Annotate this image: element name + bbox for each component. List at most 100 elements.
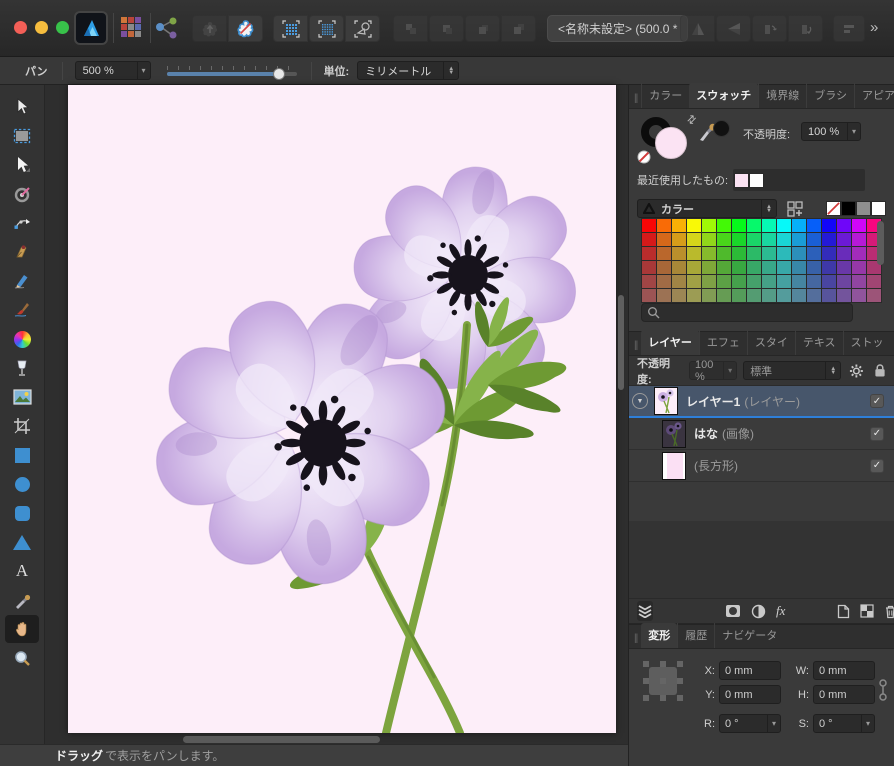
move-to-back-button[interactable] xyxy=(501,15,536,42)
palette-swatch[interactable] xyxy=(807,219,821,232)
select-partial-pixels-button[interactable] xyxy=(309,15,344,42)
triangle-tool[interactable] xyxy=(5,528,39,556)
lock-layer-icon[interactable] xyxy=(874,363,886,378)
brush-tool[interactable] xyxy=(5,296,39,324)
palette-swatch[interactable] xyxy=(717,261,731,274)
palette-swatch[interactable] xyxy=(702,247,716,260)
y-field[interactable]: 0 mm xyxy=(719,685,781,704)
color-picker-tool[interactable] xyxy=(5,586,39,614)
alignment-button[interactable] xyxy=(833,15,865,42)
swatch-opacity-dropdown[interactable]: 100 % ▾ xyxy=(801,122,861,141)
toolbar-overflow-chevron[interactable]: » xyxy=(870,19,878,36)
zoom-level-dropdown[interactable]: 500 % ▾ xyxy=(75,61,151,80)
palette-swatch[interactable] xyxy=(852,247,866,260)
palette-swatch[interactable] xyxy=(747,233,761,246)
palette-swatch[interactable] xyxy=(702,275,716,288)
palette-swatch[interactable] xyxy=(807,289,821,302)
export-persona-icon[interactable] xyxy=(154,15,180,41)
palette-swatch[interactable] xyxy=(792,289,806,302)
adjustment-layer-button[interactable] xyxy=(751,601,766,621)
palette-swatch[interactable] xyxy=(852,219,866,232)
palette-swatch[interactable] xyxy=(717,289,731,302)
stack-mode-button[interactable] xyxy=(637,601,653,621)
palette-swatch[interactable] xyxy=(717,233,731,246)
palette-swatch[interactable] xyxy=(657,275,671,288)
toggle-clip-button[interactable] xyxy=(228,15,263,42)
rotate-ccw-button[interactable] xyxy=(752,15,787,42)
palette-swatch[interactable] xyxy=(777,219,791,232)
palette-swatch[interactable] xyxy=(762,275,776,288)
layer-row-rectangle[interactable]: (長方形) ✓ xyxy=(629,450,894,482)
none-swatch[interactable] xyxy=(826,201,841,216)
palette-swatch[interactable] xyxy=(837,219,851,232)
corner-tool[interactable] xyxy=(5,209,39,237)
palette-swatch[interactable] xyxy=(732,261,746,274)
palette-swatch[interactable] xyxy=(762,219,776,232)
palette-swatch[interactable] xyxy=(687,233,701,246)
palette-swatch[interactable] xyxy=(852,275,866,288)
tab-styles[interactable]: スタイ xyxy=(747,330,795,355)
palette-swatch[interactable] xyxy=(642,275,656,288)
flip-vertical-button[interactable] xyxy=(680,15,715,42)
palette-swatch[interactable] xyxy=(687,247,701,260)
palette-swatch[interactable] xyxy=(747,261,761,274)
palette-swatch[interactable] xyxy=(822,261,836,274)
new-pixel-layer-button[interactable] xyxy=(860,601,874,621)
palette-swatch[interactable] xyxy=(702,233,716,246)
palette-swatch[interactable] xyxy=(837,233,851,246)
palette-swatch[interactable] xyxy=(792,261,806,274)
rounded-rectangle-tool[interactable] xyxy=(5,499,39,527)
palette-swatch[interactable] xyxy=(672,261,686,274)
palette-swatch[interactable] xyxy=(732,219,746,232)
layer-visibility-checkbox[interactable]: ✓ xyxy=(870,394,884,408)
palette-swatch[interactable] xyxy=(732,275,746,288)
tab-stroke[interactable]: 境界線 xyxy=(758,83,806,108)
tab-appearance[interactable]: アピア xyxy=(854,83,894,108)
palette-swatch[interactable] xyxy=(717,275,731,288)
palette-swatch[interactable] xyxy=(807,275,821,288)
horizontal-scrollbar[interactable] xyxy=(183,736,380,743)
zoom-slider[interactable] xyxy=(167,72,297,76)
fill-tool[interactable] xyxy=(5,325,39,353)
palette-swatch[interactable] xyxy=(672,247,686,260)
tab-effects[interactable]: エフェ xyxy=(699,330,747,355)
pencil-tool[interactable] xyxy=(5,267,39,295)
layers-empty-area[interactable] xyxy=(629,521,894,598)
palette-swatch[interactable] xyxy=(642,233,656,246)
w-field[interactable]: 0 mm xyxy=(813,661,875,680)
move-forward-button[interactable] xyxy=(429,15,464,42)
layer-opacity-dropdown[interactable]: 100 % ▾ xyxy=(689,361,737,380)
palette-swatch[interactable] xyxy=(807,233,821,246)
close-window-button[interactable] xyxy=(14,21,27,34)
panel-grip[interactable]: || xyxy=(629,93,641,108)
palette-swatch[interactable] xyxy=(777,247,791,260)
gray-swatch[interactable] xyxy=(856,201,871,216)
select-object-button[interactable] xyxy=(345,15,380,42)
palette-swatch[interactable] xyxy=(792,219,806,232)
text-tool[interactable]: A xyxy=(5,557,39,585)
palette-swatch[interactable] xyxy=(657,289,671,302)
palette-swatch[interactable] xyxy=(777,289,791,302)
rectangle-tool[interactable] xyxy=(5,441,39,469)
palette-swatch[interactable] xyxy=(702,261,716,274)
palette-swatch[interactable] xyxy=(837,261,851,274)
mask-layer-button[interactable] xyxy=(725,601,741,621)
palette-swatch[interactable] xyxy=(672,275,686,288)
rotate-cw-button[interactable] xyxy=(788,15,823,42)
palette-swatch[interactable] xyxy=(747,275,761,288)
x-field[interactable]: 0 mm xyxy=(719,661,781,680)
palette-swatch[interactable] xyxy=(762,247,776,260)
palette-swatch[interactable] xyxy=(777,261,791,274)
palette-swatch[interactable] xyxy=(762,261,776,274)
layer-row-hana[interactable]: はな (画像) ✓ xyxy=(629,418,894,450)
layer-visibility-checkbox[interactable]: ✓ xyxy=(870,459,884,473)
palette-swatch[interactable] xyxy=(657,261,671,274)
palette-scrollbar[interactable] xyxy=(877,221,884,265)
zoom-window-button[interactable] xyxy=(56,21,69,34)
h-field[interactable]: 0 mm xyxy=(813,685,875,704)
move-tool[interactable] xyxy=(5,93,39,121)
palette-swatch[interactable] xyxy=(837,289,851,302)
palette-swatch[interactable] xyxy=(807,247,821,260)
vertical-scrollbar[interactable] xyxy=(618,295,624,390)
palette-swatch[interactable] xyxy=(807,261,821,274)
